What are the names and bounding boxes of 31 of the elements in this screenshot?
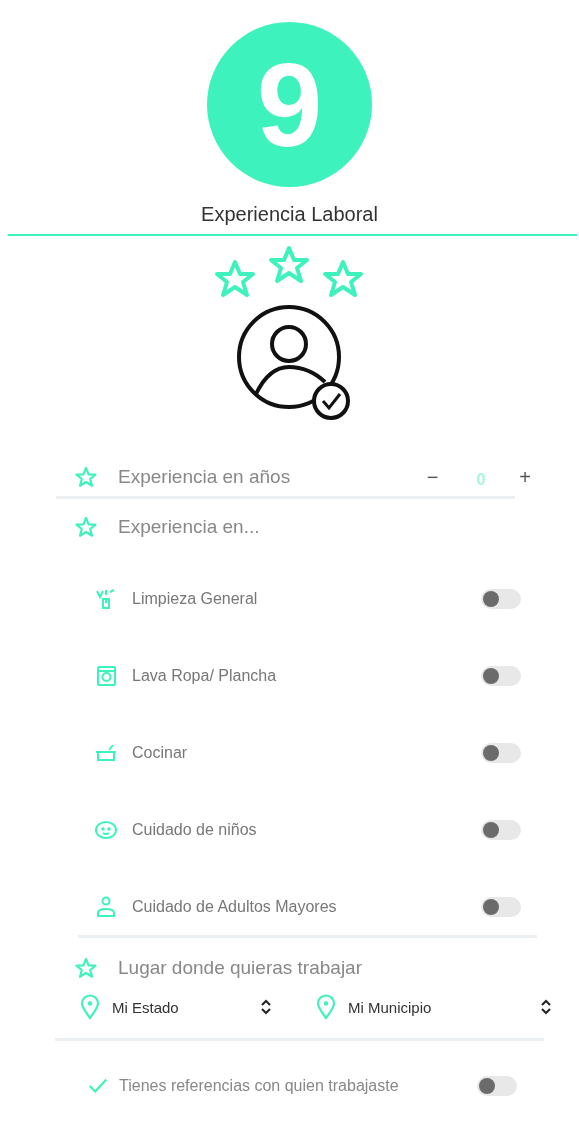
- toggle-switch[interactable]: [481, 665, 521, 686]
- increment-button[interactable]: +: [515, 465, 535, 489]
- toggle-switch[interactable]: [481, 588, 521, 609]
- experience-label: Experiencia en...: [118, 516, 260, 538]
- experience-option-label: Cuidado de niños: [132, 820, 258, 839]
- star-icon: [74, 465, 98, 489]
- chevron-up-down-icon: [540, 999, 552, 1015]
- experience-option-label: Cocinar: [132, 743, 189, 762]
- years-label: Experiencia en años: [118, 466, 292, 488]
- chevron-up-down-icon: [260, 999, 272, 1015]
- location-select[interactable]: Mi Estado: [80, 994, 272, 1020]
- toggle-switch[interactable]: [481, 742, 521, 763]
- experience-option-label: Lava Ropa/ Plancha: [132, 666, 278, 685]
- experience-option-label: Cuidado de Adultos Mayores: [132, 897, 338, 916]
- location-label: Lugar donde quieras trabajar: [118, 957, 362, 979]
- references-label: Tienes referencias con quien trabajaste: [119, 1077, 400, 1095]
- years-value: 0: [476, 470, 486, 489]
- star-icon: [74, 956, 98, 980]
- toggle-switch[interactable]: [477, 1076, 517, 1096]
- location-select[interactable]: Mi Municipio: [316, 994, 552, 1020]
- toggle-switch[interactable]: [481, 819, 521, 840]
- experience-option-label: Limpieza General: [132, 589, 259, 608]
- person-icon: [94, 894, 118, 919]
- decrement-button[interactable]: −: [422, 465, 443, 489]
- location-pin-icon: [316, 994, 336, 1020]
- location-pin-icon: [80, 994, 100, 1020]
- toggle-switch[interactable]: [481, 896, 521, 917]
- section-title: Experiencia Laboral: [201, 203, 378, 226]
- star-icon: [74, 515, 98, 539]
- step-badge: 9: [207, 22, 372, 187]
- washing-machine-icon: [94, 663, 118, 688]
